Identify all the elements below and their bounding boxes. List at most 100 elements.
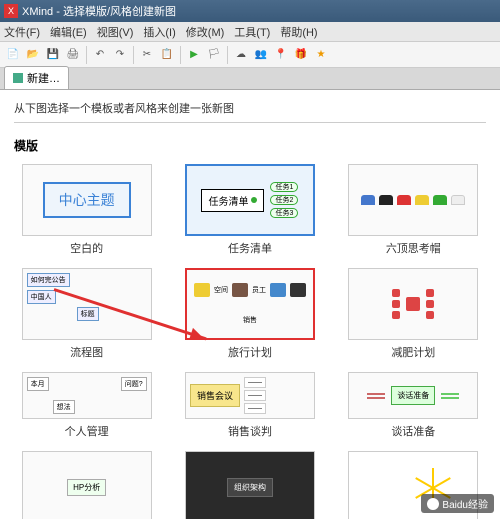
diet-center-icon xyxy=(406,297,420,311)
window-title: XMind - 选择模版/风格创建新图 xyxy=(22,3,176,19)
template-talk-prep[interactable]: 谈话准备 谈话准备 xyxy=(341,372,486,439)
template-label: 任务清单 xyxy=(228,240,272,256)
thumb-sales: 销售会议 —— —— —— xyxy=(185,372,315,419)
sales-center: 销售会议 xyxy=(190,384,240,407)
template-label: 流程图 xyxy=(70,344,103,360)
blank-center-topic: 中心主题 xyxy=(43,182,131,218)
menu-modify[interactable]: 修改(M) xyxy=(186,24,225,40)
people-icon[interactable]: 👥 xyxy=(252,46,270,64)
template-diet-plan[interactable]: 减肥计划 xyxy=(341,268,486,360)
share-icon[interactable]: ☁ xyxy=(232,46,250,64)
template-sales-negotiation[interactable]: 销售会议 —— —— —— 销售谈判 xyxy=(177,372,322,439)
star-icon[interactable]: ★ xyxy=(312,46,330,64)
personal-node: 问题? xyxy=(121,377,147,391)
template-hp-analysis[interactable]: HP分析 xyxy=(14,451,159,519)
hat-icon xyxy=(415,195,429,205)
travel-item: 员工 xyxy=(252,285,266,295)
template-personal-mgmt[interactable]: 本月 问题? 想法 个人管理 xyxy=(14,372,159,439)
hat-icon xyxy=(379,195,393,205)
flow-node: 标题 xyxy=(77,307,99,321)
travel-icon xyxy=(232,283,248,297)
separator xyxy=(180,46,181,64)
menu-file[interactable]: 文件(F) xyxy=(4,24,40,40)
cut-icon[interactable]: ✂ xyxy=(138,46,156,64)
thumb-diet xyxy=(348,268,478,340)
travel-item: 空间 xyxy=(214,285,228,295)
travel-icon xyxy=(270,283,286,297)
divider xyxy=(14,122,486,123)
task-branch: 任务2 xyxy=(270,195,298,205)
separator xyxy=(227,46,228,64)
print-icon[interactable]: 🖨 xyxy=(64,46,82,64)
thumb-blank: 中心主题 xyxy=(22,164,152,236)
watermark-text: Baidu经验 xyxy=(442,496,488,511)
template-travel-plan[interactable]: 空间 员工 销售 旅行计划 xyxy=(177,268,322,360)
tab-new[interactable]: 新建… xyxy=(4,66,69,89)
app-icon: X xyxy=(4,4,18,18)
new-icon[interactable]: 📄 xyxy=(4,46,22,64)
travel-item: 销售 xyxy=(243,315,257,325)
template-six-hats[interactable]: 六顶思考帽 xyxy=(341,164,486,256)
gift-icon[interactable]: 🎁 xyxy=(292,46,310,64)
run-icon[interactable]: ▶ xyxy=(185,46,203,64)
menu-edit[interactable]: 编辑(E) xyxy=(50,24,87,40)
hat-icon xyxy=(397,195,411,205)
template-label: 空白的 xyxy=(70,240,103,256)
flag-icon[interactable]: 🏳 xyxy=(205,46,223,64)
section-templates-title: 模版 xyxy=(14,137,486,154)
tab-bar: 新建… xyxy=(0,68,500,90)
personal-node: 本月 xyxy=(27,377,49,391)
task-branch: 任务1 xyxy=(270,182,298,192)
save-icon[interactable]: 💾 xyxy=(44,46,62,64)
hat-icon xyxy=(451,195,465,205)
sales-branch: —— xyxy=(244,377,266,388)
thumb-six-hats xyxy=(348,164,478,236)
intro-text: 从下图选择一个模板或者风格来创建一张新图 xyxy=(14,100,486,116)
redo-icon[interactable]: ↷ xyxy=(111,46,129,64)
template-label: 六顶思考帽 xyxy=(386,240,441,256)
thumb-tasklist: 任务清单 任务1 任务2 任务3 xyxy=(185,164,315,236)
template-label: 减肥计划 xyxy=(391,344,435,360)
menubar: 文件(F) 编辑(E) 视图(V) 插入(I) 修改(M) 工具(T) 帮助(H… xyxy=(0,22,500,42)
template-tasklist[interactable]: 任务清单 任务1 任务2 任务3 任务清单 xyxy=(177,164,322,256)
open-icon[interactable]: 📂 xyxy=(24,46,42,64)
menu-view[interactable]: 视图(V) xyxy=(97,24,134,40)
undo-icon[interactable]: ↶ xyxy=(91,46,109,64)
template-label: 谈话准备 xyxy=(391,423,435,439)
watermark: Baidu经验 xyxy=(421,494,494,513)
sales-branch: —— xyxy=(244,390,266,401)
menu-help[interactable]: 帮助(H) xyxy=(280,24,317,40)
tab-icon xyxy=(13,73,23,83)
menu-tools[interactable]: 工具(T) xyxy=(234,24,270,40)
extra-box: HP分析 xyxy=(67,479,106,496)
thumb-extra1: HP分析 xyxy=(22,451,152,519)
tab-label: 新建… xyxy=(27,70,60,86)
titlebar: X XMind - 选择模版/风格创建新图 xyxy=(0,0,500,22)
content-area: 从下图选择一个模板或者风格来创建一张新图 模版 中心主题 空白的 任务清单 任务… xyxy=(0,90,500,519)
talk-center: 谈话准备 xyxy=(391,386,435,405)
thumb-talk: 谈话准备 xyxy=(348,372,478,419)
toolbar: 📄 📂 💾 🖨 ↶ ↷ ✂ 📋 ▶ 🏳 ☁ 👥 📍 🎁 ★ xyxy=(0,42,500,68)
travel-icon xyxy=(290,283,306,297)
template-label: 销售谈判 xyxy=(228,423,272,439)
thumb-flowchart: 如何完公告 中国人 标题 xyxy=(22,268,152,340)
template-org-chart[interactable]: 组织架构 xyxy=(177,451,322,519)
template-blank[interactable]: 中心主题 空白的 xyxy=(14,164,159,256)
task-branch: 任务3 xyxy=(270,208,298,218)
hat-icon xyxy=(433,195,447,205)
travel-icon xyxy=(194,283,210,297)
template-label: 旅行计划 xyxy=(228,344,272,360)
tasklist-box: 任务清单 xyxy=(201,189,264,212)
thumb-extra2: 组织架构 xyxy=(185,451,315,519)
sales-branch: —— xyxy=(244,403,266,414)
thumb-personal: 本月 问题? 想法 xyxy=(22,372,152,419)
marker-icon[interactable]: 📍 xyxy=(272,46,290,64)
template-flowchart[interactable]: 如何完公告 中国人 标题 流程图 xyxy=(14,268,159,360)
baidu-paw-icon xyxy=(427,498,439,510)
copy-icon[interactable]: 📋 xyxy=(158,46,176,64)
personal-node: 想法 xyxy=(53,400,75,414)
org-box: 组织架构 xyxy=(227,478,273,497)
template-label: 个人管理 xyxy=(65,423,109,439)
flow-node: 如何完公告 xyxy=(27,273,70,287)
menu-insert[interactable]: 插入(I) xyxy=(143,24,175,40)
